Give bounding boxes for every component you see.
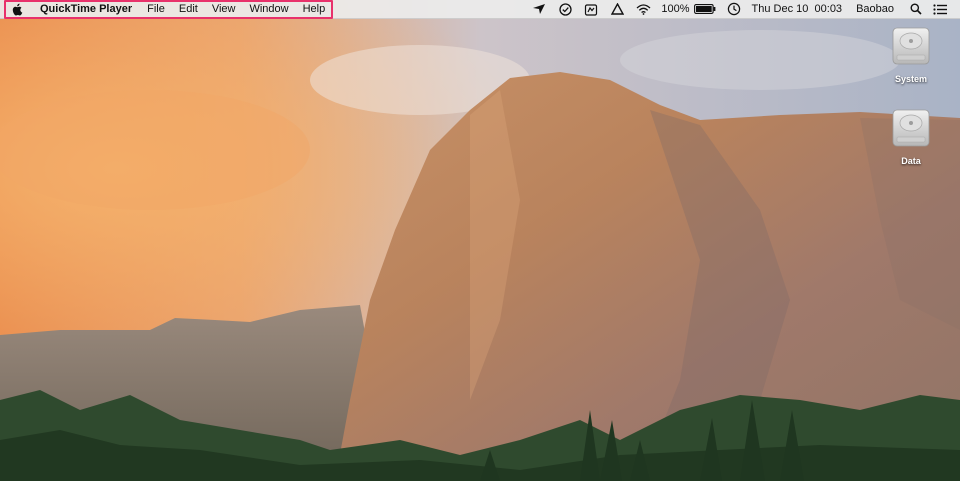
menu-view[interactable]: View xyxy=(212,0,236,18)
desktop-icon-label: Data xyxy=(901,156,921,166)
menu-bar: QuickTime Player File Edit View Window H… xyxy=(0,0,960,19)
wifi-icon[interactable] xyxy=(635,2,651,16)
app-menu-quicktime-player[interactable]: QuickTime Player xyxy=(40,0,132,18)
apple-icon[interactable] xyxy=(12,2,24,16)
menu-help[interactable]: Help xyxy=(303,0,326,18)
desktop: QuickTime Player File Edit View Window H… xyxy=(0,0,960,481)
clock[interactable]: Thu Dec 10 00:03 xyxy=(752,3,843,15)
time-machine-icon[interactable] xyxy=(726,2,742,16)
checkbox-icon[interactable] xyxy=(557,2,573,16)
location-arrow-icon[interactable] xyxy=(531,2,547,16)
desktop-icon-system[interactable]: System xyxy=(883,24,939,84)
desktop-icon-label: System xyxy=(894,74,928,84)
menu-edit[interactable]: Edit xyxy=(179,0,198,18)
wallpaper xyxy=(0,0,960,481)
battery-percent: 100% xyxy=(661,3,690,15)
hard-drive-icon xyxy=(892,27,930,65)
desktop-icon-data[interactable]: Data xyxy=(883,106,939,166)
battery-icon[interactable] xyxy=(693,4,716,14)
menu-window[interactable]: Window xyxy=(249,0,288,18)
menu-bar-left: QuickTime Player File Edit View Window H… xyxy=(0,0,339,18)
menu-file[interactable]: File xyxy=(147,0,165,18)
drive-icon[interactable] xyxy=(609,2,625,16)
menu-bar-status: 100% Thu Dec 10 00:03 Baobao xyxy=(521,0,960,18)
cloud-upload-icon[interactable] xyxy=(583,2,599,16)
notification-center-icon[interactable] xyxy=(932,2,948,16)
hard-drive-icon xyxy=(892,109,930,147)
user-name[interactable]: Baobao xyxy=(856,3,894,15)
spotlight-search-icon[interactable] xyxy=(908,2,924,16)
